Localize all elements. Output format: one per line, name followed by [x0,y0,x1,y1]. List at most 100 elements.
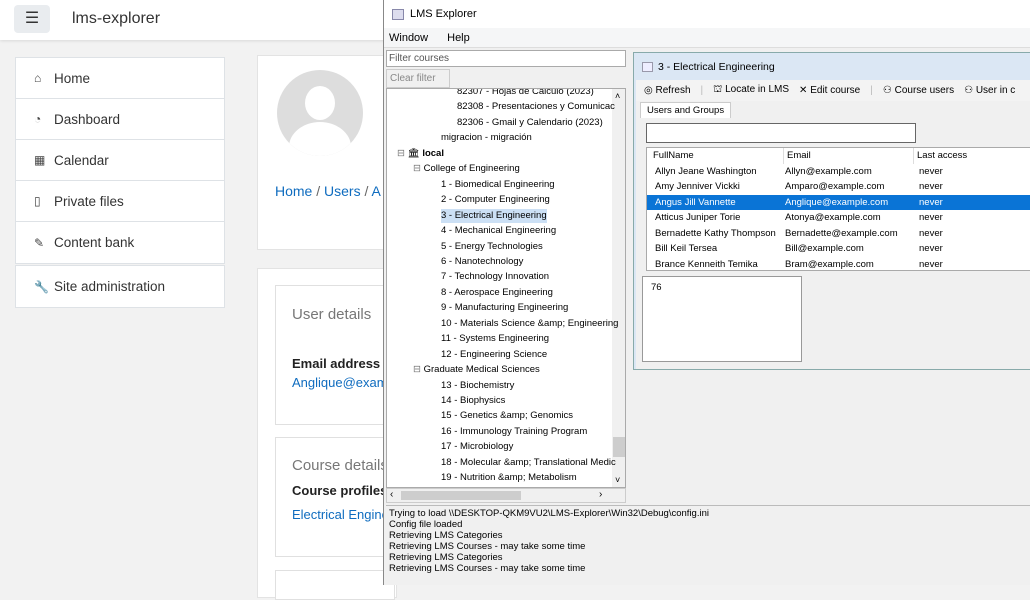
course-link[interactable]: Electrical Engine [292,507,389,522]
course-users-button[interactable]: ⚇ Course users [883,85,954,96]
cell-email: Atonya@example.com [785,212,881,223]
tree-node[interactable]: 18 - Molecular &amp; Translational Medic [441,456,616,470]
home-icon: ⌂ [34,71,42,85]
cell-fullname: Bill Keil Tersea [655,243,718,254]
tree-node[interactable]: 9 - Manufacturing Engineering [441,301,568,315]
column-last-access[interactable]: Last access [913,148,967,164]
cell-last-access: never [919,258,943,270]
tree-vertical-scrollbar[interactable]: ˄ ˅ [612,89,625,487]
tree-node[interactable]: 17 - Microbiology [441,440,513,454]
scroll-left-icon[interactable]: ‹ [390,489,393,500]
log-line: Trying to load \\DESKTOP-QKM9VU2\LMS-Exp… [389,508,709,519]
clear-filter-button[interactable]: Clear filter [386,69,450,88]
nav-content-bank[interactable]: ✎ Content bank [16,222,224,263]
button-label: Refresh [655,85,691,96]
tree-node-label: 1 - Biomedical Engineering [441,178,555,190]
tree-node[interactable]: 10 - Materials Science &amp; Engineering [441,317,618,331]
refresh-button[interactable]: ◎ Refresh [644,85,691,96]
tree-node[interactable]: ⊟ Graduate Medical Sciences [413,363,540,377]
brush-icon: ✎ [34,235,45,250]
column-email[interactable]: Email [783,148,811,164]
tree-node[interactable]: 82308 - Presentaciones y Comunicac [457,100,615,114]
site-name[interactable]: lms-explorer [72,10,160,28]
cell-fullname: Brance Kenneith Temika [655,258,758,270]
tree-node-label: 15 - Genetics &amp; Genomics [441,410,573,422]
course-window-title: 3 - Electrical Engineering [658,61,775,73]
window-titlebar[interactable]: LMS Explorer [384,0,1030,28]
course-toolbar: ◎ Refresh | ⛫ Locate in LMS ✕ Edit cours… [636,80,1030,101]
tree-node[interactable]: 11 - Systems Engineering [441,332,549,346]
tab-users-and-groups[interactable]: Users and Groups [640,102,732,118]
edit-course-button[interactable]: ✕ Edit course [799,85,860,96]
menu-window[interactable]: Window [384,32,434,44]
tree-node[interactable]: 2 - Computer Engineering [441,193,550,207]
hamburger-icon[interactable]: ☰ [14,5,50,33]
avatar [277,70,363,156]
table-row[interactable]: Bernadette Kathy Thompson Bernadette@exam… [647,226,1030,242]
tree-node[interactable]: 8 - Aerospace Engineering [441,286,553,300]
tree-node[interactable]: 82307 - Hojas de Cálculo (2023) [457,89,594,99]
column-fullname[interactable]: FullName [653,148,694,164]
course-details-section: Course details Course profiles Electrica… [275,437,395,557]
nav-dashboard[interactable]: ◔ Dashboard [16,99,224,140]
tree-node[interactable]: 82306 - Gmail y Calendario (2023) [457,116,603,130]
collapse-icon[interactable]: ⊟ [413,364,424,375]
course-tree[interactable]: ˄ ˅ 82307 - Hojas de Cálculo (2023) 82308… [386,88,626,488]
table-row[interactable]: Bill Keil Tersea Bill@example.com never [647,241,1030,257]
tree-node[interactable]: ⊟ 🏛 local [397,147,444,161]
locate-icon: ⛫ [713,84,726,95]
users-list: FullName Email Last access Allyn Jeane W… [646,147,1030,271]
tree-node[interactable]: 14 - Biophysics [441,394,505,408]
table-row[interactable]: Amy Jenniver Vickki Amparo@example.com nev… [647,179,1030,195]
collapse-icon[interactable]: ⊟ [413,163,424,174]
course-icon [642,62,653,72]
tree-horizontal-scrollbar[interactable]: ‹ › [386,488,626,503]
user-in-course-button[interactable]: ⚇ User in c [964,85,1015,96]
tree-node[interactable]: 7 - Technology Innovation [441,270,549,284]
nav-site-admin[interactable]: 🔧 Site administration [16,266,224,307]
tree-node[interactable]: 15 - Genetics &amp; Genomics [441,409,573,423]
breadcrumb-users[interactable]: Users [324,183,361,199]
tree-node[interactable]: 4 - Mechanical Engineering [441,224,556,238]
tree-node[interactable]: 6 - Nanotechnology [441,255,523,269]
email-link[interactable]: Anglique@exam [292,375,388,390]
course-window-titlebar[interactable]: 3 - Electrical Engineering [634,57,1030,77]
user-search-input[interactable] [646,123,916,143]
tree-node[interactable]: 12 - Engineering Science [441,348,547,362]
nav-private-files[interactable]: ▯ Private files [16,181,224,222]
breadcrumb-home[interactable]: Home [275,183,312,199]
cell-last-access: never [919,243,943,254]
table-row[interactable]: Angus Jill Vannette Anglique@example.com n… [647,194,1030,210]
tree-node-label: 14 - Biophysics [441,395,506,406]
menu-help[interactable]: Help [442,32,476,44]
nav-home[interactable]: ⌂ Home [16,58,224,99]
dashboard-icon: ◔ [34,112,42,126]
table-row[interactable]: Atticus Juniper Torie Atonya@example.com n… [647,210,1030,226]
tree-node[interactable]: 19 - Nutrition &amp; Metabolism [441,471,577,485]
scroll-down-icon[interactable]: ˅ [615,475,620,485]
scroll-right-icon[interactable]: › [599,489,602,500]
scroll-up-icon[interactable]: ˄ [615,91,620,101]
tree-node[interactable]: 13 - Biochemistry [441,379,514,393]
nav-label: Dashboard [54,111,121,127]
scroll-thumb[interactable] [401,491,521,500]
log-output: Trying to load \\DESKTOP-QKM9VU2\LMS-Exp… [386,505,1030,585]
tree-node[interactable]: 1 - Biomedical Engineering [441,178,555,192]
tree-node[interactable]: 3 - Electrical Engineering [441,208,547,223]
collapse-icon[interactable]: ⊟ [397,148,408,159]
tree-node[interactable]: migracion - migración [441,131,532,145]
locate-in-lms-button[interactable]: ⛫ Locate in LMS [713,84,789,97]
breadcrumb-user[interactable]: A [372,183,381,199]
table-row[interactable]: Allyn Jeane Washington Allyn@example.com n… [647,164,1030,180]
tree-node-label: 2 - Computer Engineering [441,194,550,206]
tree-node[interactable]: ⊟ College of Engineering [413,162,520,176]
table-row[interactable]: Brance Kenneith Temika Bram@example.com ne… [647,257,1030,273]
cell-fullname: Amy Jenniver Vickki [655,181,740,192]
tree-node[interactable]: 5 - Energy Technologies [441,240,543,254]
filter-courses-input[interactable]: Filter courses [386,50,626,67]
scroll-thumb[interactable] [613,437,625,457]
nav-calendar[interactable]: ▦ Calendar [16,140,224,181]
tree-node[interactable]: 16 - Immunology Training Program [441,425,587,439]
lms-explorer-window: LMS Explorer Window Help Filter courses … [383,0,1030,585]
section-heading: Course details [292,457,388,474]
